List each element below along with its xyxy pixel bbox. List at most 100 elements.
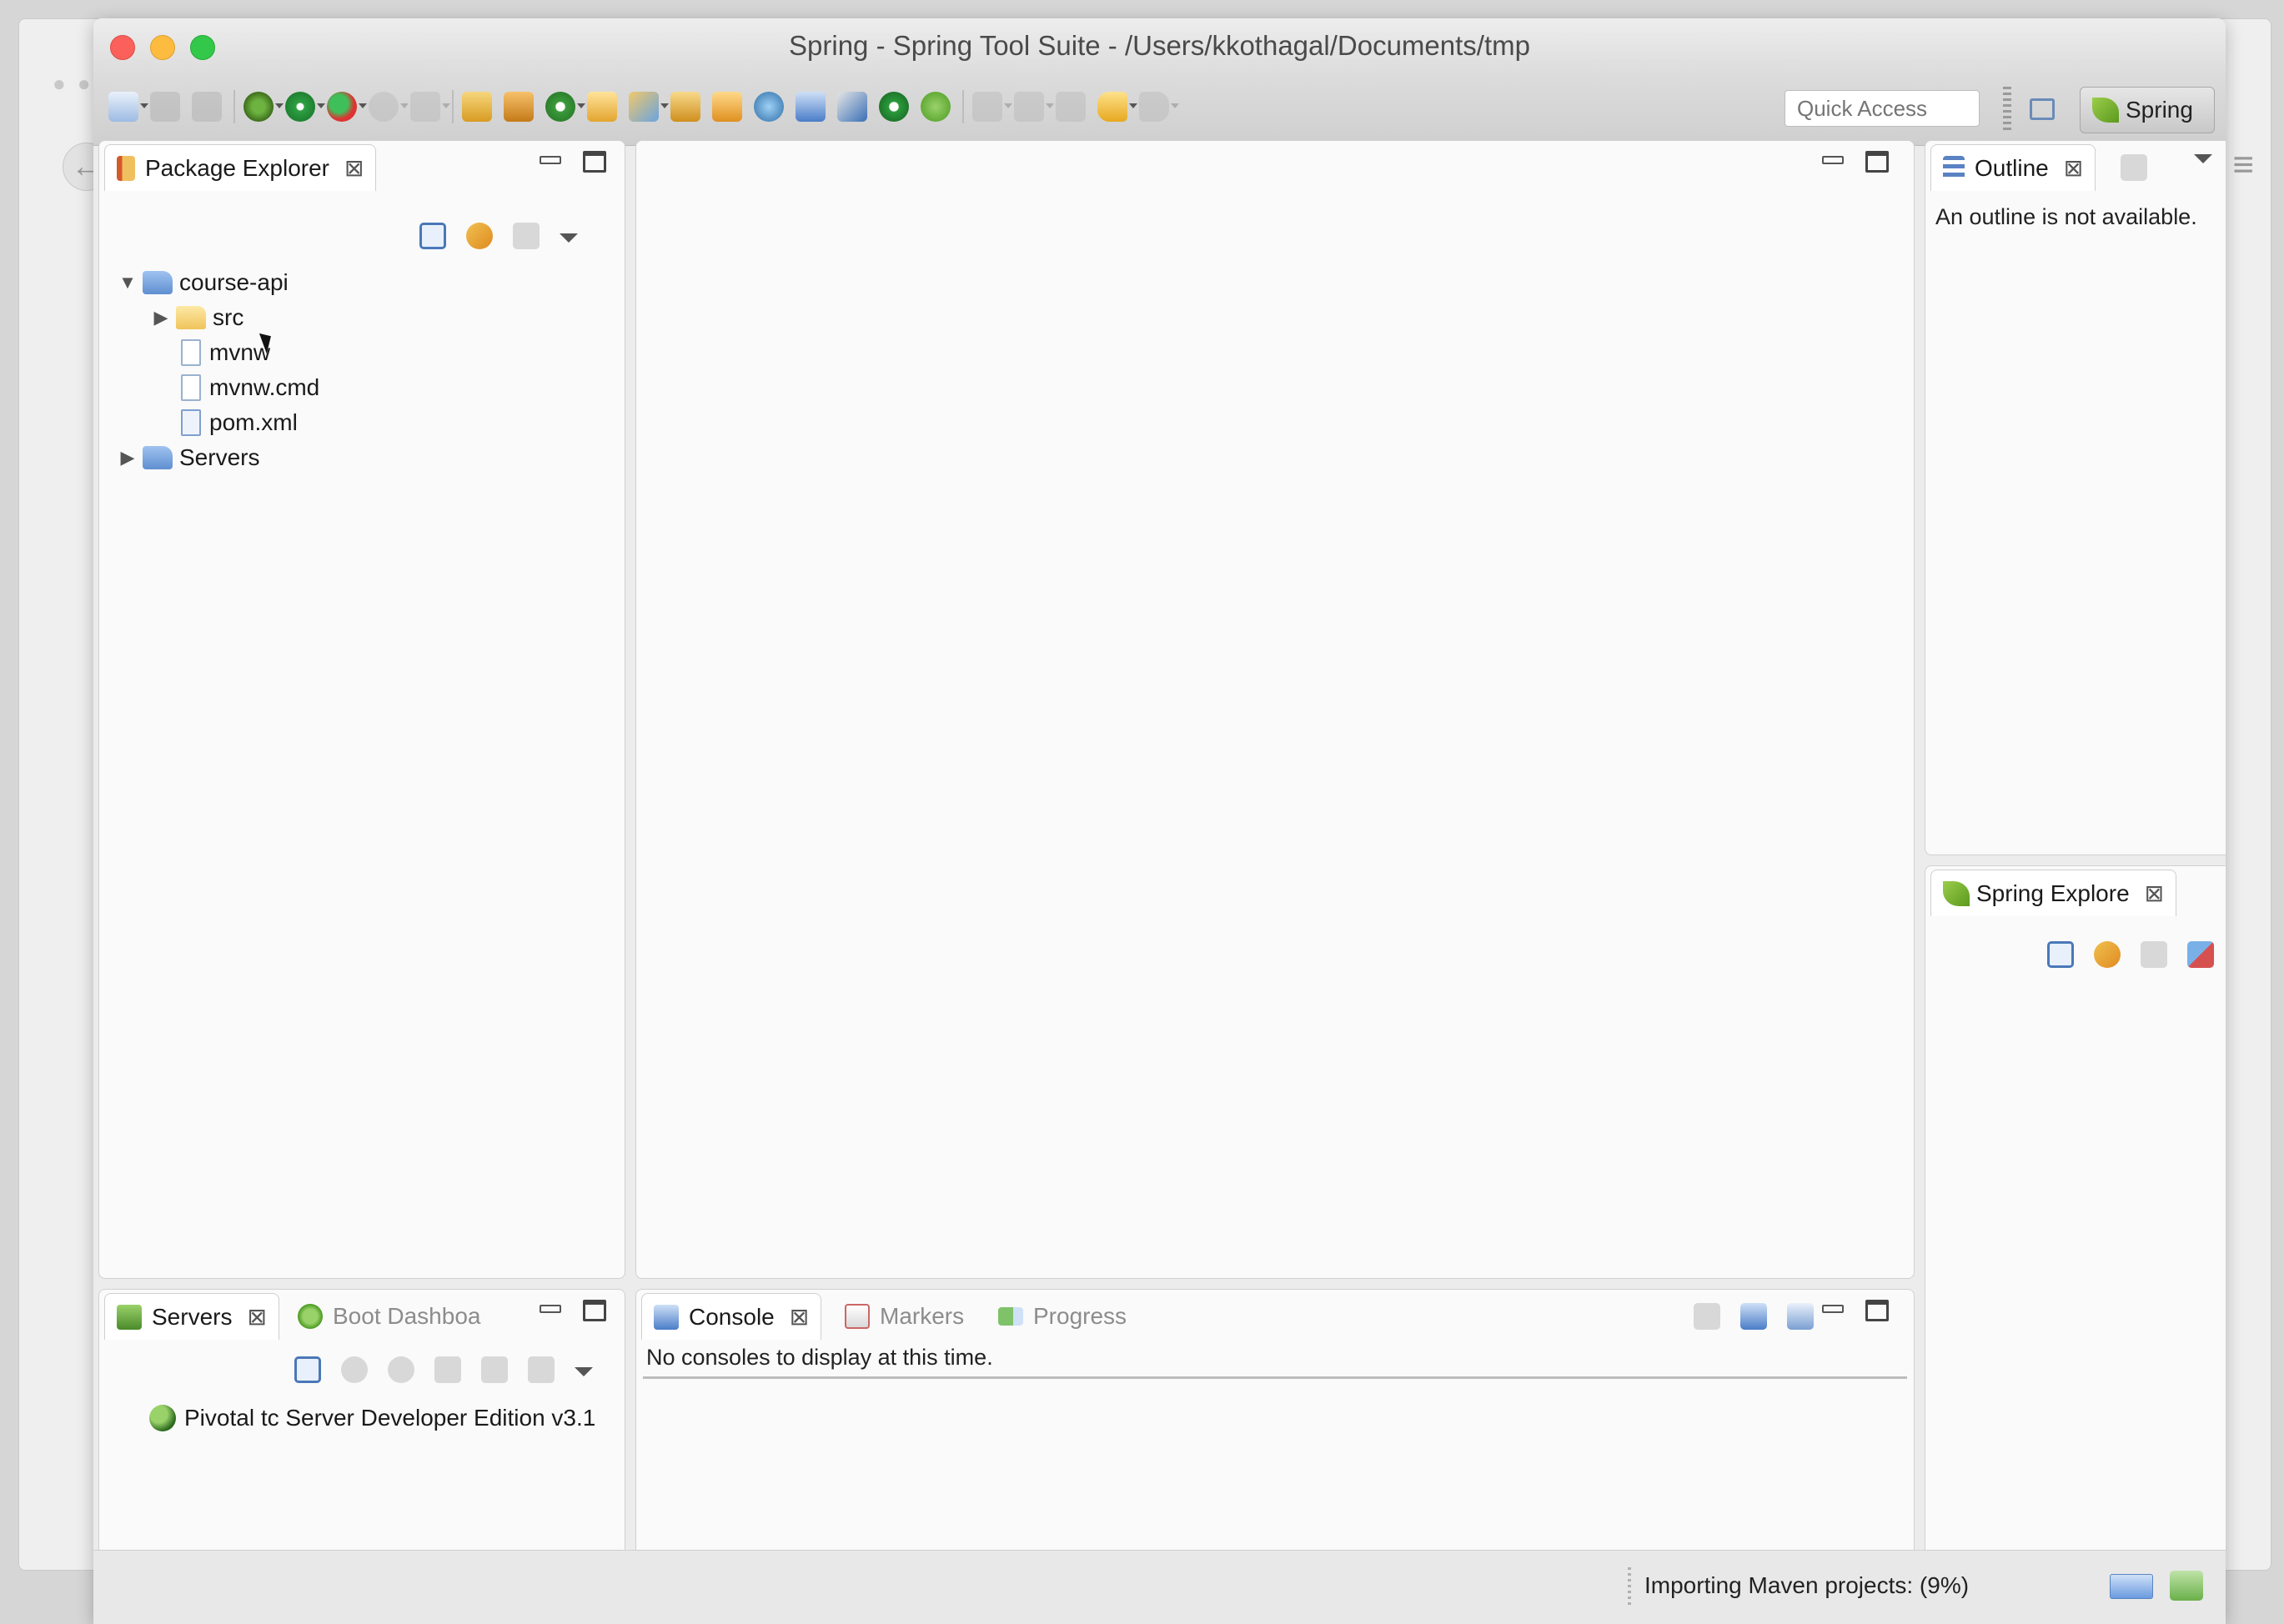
project-folder-icon bbox=[143, 271, 173, 294]
link-with-editor-icon[interactable] bbox=[466, 223, 493, 249]
start-server-icon[interactable] bbox=[388, 1356, 414, 1383]
main-toolbar: Spring bbox=[93, 75, 2226, 146]
sort-icon[interactable] bbox=[2187, 941, 2214, 968]
collapse-all-icon[interactable] bbox=[294, 1356, 321, 1383]
view-menu-chevron-icon[interactable] bbox=[560, 233, 578, 243]
close-tab-icon[interactable]: ⊠ bbox=[790, 1303, 809, 1331]
view-menu-chevron-icon[interactable] bbox=[2194, 154, 2212, 163]
profile-icon[interactable] bbox=[410, 92, 450, 122]
outline-panel: Outline ⊠ An outline is not available. bbox=[1925, 140, 2226, 855]
spring-leaf-icon bbox=[2092, 98, 2119, 123]
maximize-view-icon[interactable] bbox=[1865, 151, 1889, 173]
tree-item-src[interactable]: ▶ src bbox=[149, 301, 244, 334]
maximize-view-icon[interactable] bbox=[1865, 1300, 1889, 1321]
new-class-icon[interactable] bbox=[545, 92, 585, 122]
console-message: No consoles to display at this time. bbox=[646, 1345, 993, 1370]
background-tasks-icon[interactable] bbox=[2170, 1571, 2203, 1601]
window-title: Spring - Spring Tool Suite - /Users/kkot… bbox=[789, 30, 1530, 61]
new-java-project-icon[interactable] bbox=[462, 92, 492, 122]
spring-perspective-button[interactable]: Spring bbox=[2080, 87, 2215, 133]
tab-progress[interactable]: Progress bbox=[986, 1293, 1138, 1340]
progress-indicator-icon[interactable] bbox=[2110, 1574, 2153, 1599]
view-menu-chevron-icon[interactable] bbox=[575, 1366, 593, 1376]
tab-servers[interactable]: Servers ⊠ bbox=[104, 1293, 279, 1340]
markers-icon bbox=[845, 1304, 870, 1329]
close-tab-icon[interactable]: ⊠ bbox=[2145, 880, 2164, 907]
pin-console-icon[interactable] bbox=[1694, 1303, 1720, 1330]
tab-spring-explorer[interactable]: Spring Explore ⊠ bbox=[1930, 870, 2177, 916]
link-with-editor-icon[interactable] bbox=[2094, 941, 2121, 968]
expanded-arrow-icon[interactable]: ▼ bbox=[116, 272, 139, 293]
display-console-icon[interactable] bbox=[1740, 1303, 1767, 1330]
status-message: Importing Maven projects: (9%) bbox=[1644, 1572, 1970, 1598]
next-annotation-icon[interactable] bbox=[972, 92, 1012, 122]
focus-icon[interactable] bbox=[513, 223, 540, 249]
servers-icon bbox=[117, 1304, 142, 1330]
tree-item-label: src bbox=[213, 304, 244, 330]
spring-leaf-icon[interactable] bbox=[921, 92, 951, 122]
toolbar-grip bbox=[2003, 87, 2011, 133]
spring-boot-icon[interactable] bbox=[879, 92, 909, 122]
maximize-view-icon[interactable] bbox=[583, 1300, 606, 1321]
close-tab-icon[interactable]: ⊠ bbox=[344, 154, 364, 182]
search-icon[interactable] bbox=[629, 92, 669, 122]
close-tab-icon[interactable]: ⊠ bbox=[2064, 154, 2083, 182]
tree-item-mvnw[interactable]: mvnw bbox=[173, 336, 270, 369]
minimize-view-icon[interactable] bbox=[540, 156, 561, 164]
debug-icon[interactable] bbox=[243, 92, 284, 122]
profile-server-icon[interactable] bbox=[434, 1356, 461, 1383]
folder-icon bbox=[176, 306, 206, 329]
tree-item-mvnw-cmd[interactable]: mvnw.cmd bbox=[173, 371, 319, 404]
web-browser-icon[interactable] bbox=[754, 92, 784, 122]
coverage-icon[interactable] bbox=[369, 92, 409, 122]
tab-console[interactable]: Console ⊠ bbox=[641, 1293, 822, 1340]
open-perspective-icon[interactable] bbox=[2026, 93, 2060, 127]
collapse-all-icon[interactable] bbox=[419, 223, 446, 249]
collapse-all-icon[interactable] bbox=[2047, 941, 2074, 968]
tree-item-label: mvnw.cmd bbox=[209, 374, 320, 400]
tree-item-label: mvnw bbox=[209, 339, 271, 365]
collapsed-arrow-icon[interactable]: ▶ bbox=[149, 307, 173, 328]
run-external-tools-icon[interactable] bbox=[327, 92, 367, 122]
tree-item-course-api[interactable]: ▼ course-api bbox=[116, 266, 289, 299]
pin-icon[interactable] bbox=[837, 92, 867, 122]
last-edit-icon[interactable] bbox=[1056, 92, 1086, 122]
previous-annotation-icon[interactable] bbox=[1014, 92, 1054, 122]
debug-server-icon[interactable] bbox=[341, 1356, 368, 1383]
back-navigation-icon[interactable] bbox=[1097, 92, 1137, 122]
new-wizard-icon[interactable] bbox=[108, 92, 148, 122]
open-type-icon[interactable] bbox=[587, 92, 617, 122]
package-explorer-icon bbox=[117, 155, 135, 181]
minimize-view-icon[interactable] bbox=[1822, 1305, 1844, 1313]
tab-outline[interactable]: Outline ⊠ bbox=[1930, 144, 2096, 191]
open-task-icon[interactable] bbox=[670, 92, 700, 122]
new-package-icon[interactable] bbox=[504, 92, 534, 122]
tab-label: Markers bbox=[880, 1303, 965, 1329]
close-tab-icon[interactable]: ⊠ bbox=[247, 1303, 266, 1331]
open-console-icon[interactable] bbox=[1787, 1303, 1814, 1330]
tab-markers[interactable]: Markers bbox=[833, 1293, 976, 1340]
focus-icon[interactable] bbox=[2121, 154, 2147, 181]
focus-icon[interactable] bbox=[2141, 941, 2167, 968]
collapsed-arrow-icon[interactable]: ▶ bbox=[116, 447, 139, 469]
save-all-icon[interactable] bbox=[192, 92, 222, 122]
stop-server-icon[interactable] bbox=[481, 1356, 508, 1383]
tab-label: Servers bbox=[152, 1303, 233, 1330]
tree-item-pom-xml[interactable]: pom.xml bbox=[173, 406, 298, 439]
publish-icon[interactable] bbox=[528, 1356, 555, 1383]
minimize-view-icon[interactable] bbox=[540, 1305, 561, 1313]
quick-access-input[interactable] bbox=[1785, 90, 1980, 127]
maximize-view-icon[interactable] bbox=[583, 151, 606, 173]
server-label: Pivotal tc Server Developer Edition v3.1 bbox=[184, 1405, 596, 1431]
open-folder-icon[interactable] bbox=[712, 92, 742, 122]
forward-navigation-icon[interactable] bbox=[1139, 92, 1179, 122]
package-explorer-panel: Package Explorer ⊠ ▼ course-api ▶ src mv… bbox=[98, 140, 625, 1279]
tab-boot-dashboard[interactable]: Boot Dashboa bbox=[286, 1293, 492, 1340]
run-icon[interactable] bbox=[285, 92, 325, 122]
tree-item-servers[interactable]: ▶ Servers bbox=[116, 441, 260, 474]
tab-package-explorer[interactable]: Package Explorer ⊠ bbox=[104, 144, 377, 191]
server-list-item[interactable]: Pivotal tc Server Developer Edition v3.1 bbox=[149, 1401, 595, 1435]
save-icon[interactable] bbox=[150, 92, 180, 122]
minimize-view-icon[interactable] bbox=[1822, 156, 1844, 164]
console-view-icon[interactable] bbox=[796, 92, 826, 122]
